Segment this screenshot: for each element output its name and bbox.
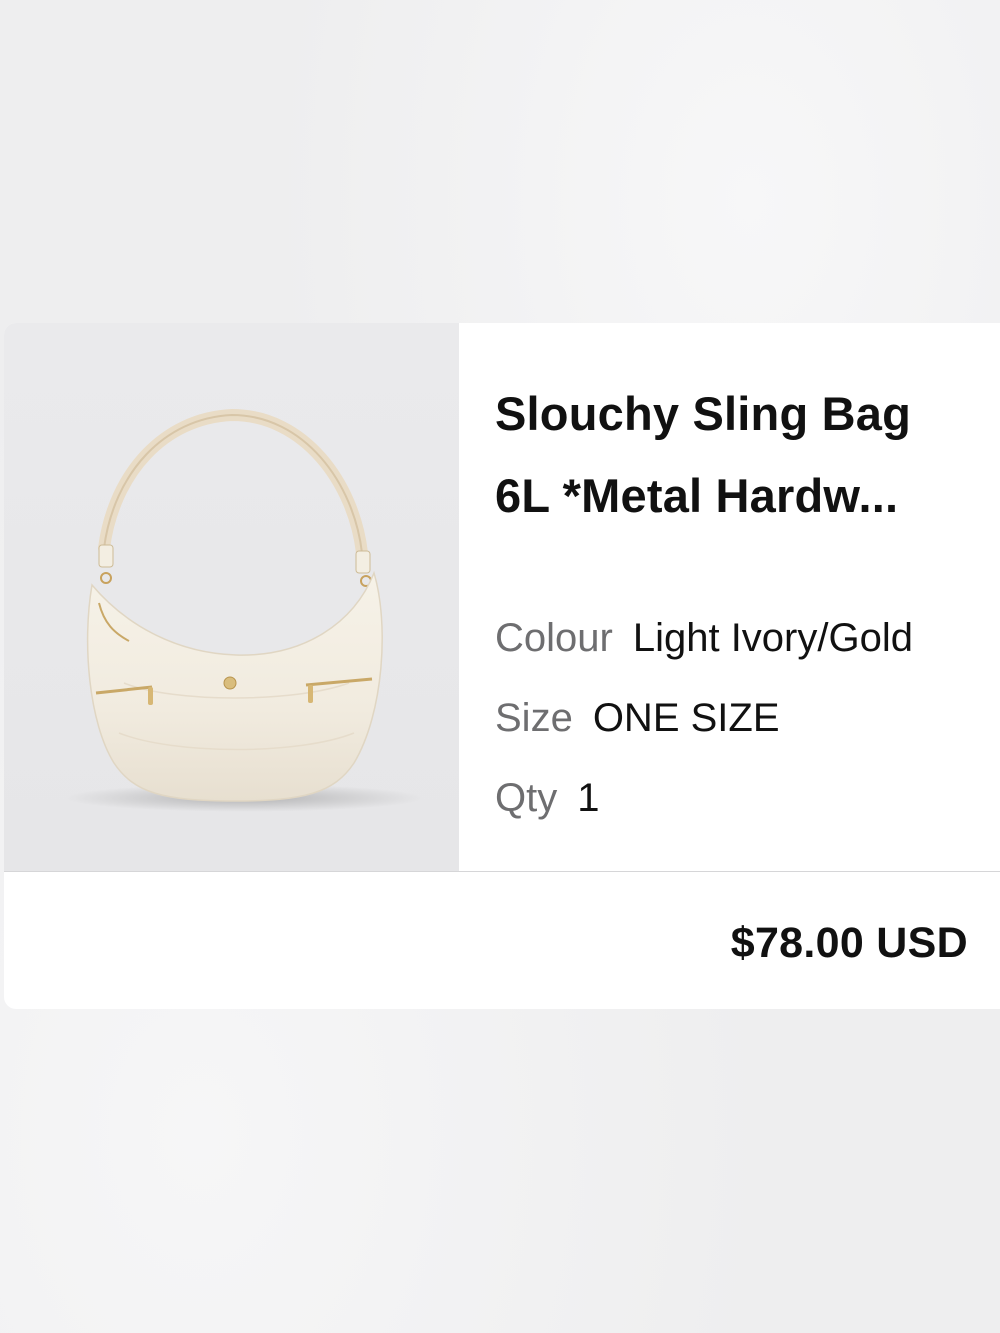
qty-value: 1 <box>577 776 600 820</box>
size-label: Size <box>495 696 573 740</box>
qty-row: Qty 1 <box>495 775 970 855</box>
product-attributes: Colour Light Ivory/Gold Size ONE SIZE Qt… <box>495 615 970 855</box>
colour-label: Colour <box>495 616 613 660</box>
product-title-line2: 6L *Metal Hardw... <box>495 469 899 522</box>
colour-value: Light Ivory/Gold <box>632 616 913 660</box>
product-image[interactable] <box>4 323 459 871</box>
product-title-line1: Slouchy Sling Bag <box>495 387 912 440</box>
item-price: $78.00 USD <box>730 919 968 967</box>
colour-row: Colour Light Ivory/Gold <box>495 615 970 695</box>
size-row: Size ONE SIZE <box>495 695 970 775</box>
qty-label: Qty <box>495 776 558 820</box>
sling-bag-photo-icon <box>64 408 424 812</box>
divider <box>4 871 1000 872</box>
product-title[interactable]: Slouchy Sling Bag 6L *Metal Hardw... <box>495 373 975 537</box>
cart-item-card[interactable]: Slouchy Sling Bag 6L *Metal Hardw... Col… <box>4 323 1000 1009</box>
product-details: Slouchy Sling Bag 6L *Metal Hardw... Col… <box>459 323 1000 871</box>
size-value: ONE SIZE <box>592 696 780 740</box>
